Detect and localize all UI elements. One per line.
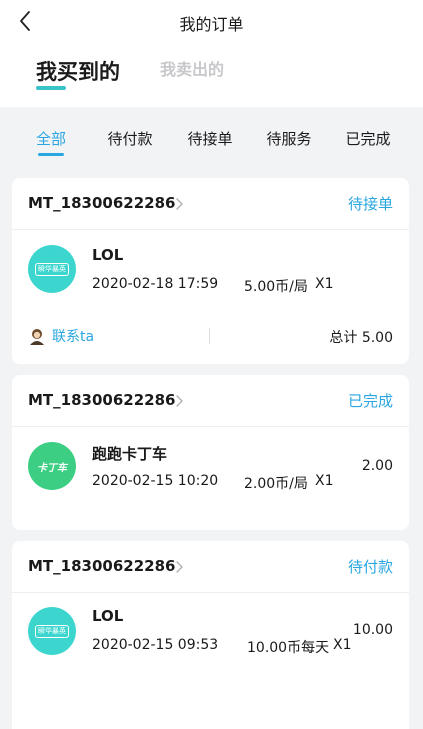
game-name: 跑跑卡丁车 xyxy=(92,445,168,463)
tab-pending-accept[interactable]: 待接单 xyxy=(187,128,232,149)
order-header: MT_18300622286 待付款 xyxy=(12,541,409,593)
game-badge-icon: 瞬华暴英 xyxy=(28,607,76,655)
segment-sold-label: 我卖出的 xyxy=(160,60,225,79)
user-avatar-icon xyxy=(30,329,44,345)
order-number[interactable]: MT_18300622286 xyxy=(28,391,175,409)
order-card[interactable]: MT_18300622286 待付款 瞬华暴英 LOL 2020-02-15 0… xyxy=(12,541,409,729)
order-date: 2020-02-18 17:59 xyxy=(92,276,219,292)
tab-pending-service-label: 待服务 xyxy=(266,130,312,148)
tab-active-indicator xyxy=(37,153,64,156)
order-quantity: X1 xyxy=(333,637,352,653)
tab-all-label: 全部 xyxy=(35,130,67,148)
order-total: 总计 5.00 xyxy=(329,327,393,347)
game-badge-text: 瞬华暴英 xyxy=(35,262,69,276)
order-quantity: X1 xyxy=(315,276,334,292)
order-date: 2020-02-15 09:53 xyxy=(92,637,219,653)
chevron-right-icon xyxy=(176,561,183,573)
order-status: 待接单 xyxy=(347,195,393,213)
order-price: 2.00币/局 xyxy=(244,476,308,492)
contact-label: 联系ta xyxy=(52,329,95,345)
total-value: 5.00 xyxy=(361,330,393,346)
tab-pending-payment[interactable]: 待付款 xyxy=(107,128,152,149)
order-status: 待付款 xyxy=(347,558,393,576)
order-card[interactable]: MT_18300622286 已完成 卡丁车 跑跑卡丁车 2020-02-15 … xyxy=(12,375,409,530)
order-price: 10.00币每天 xyxy=(247,640,330,656)
tab-pending-payment-label: 待付款 xyxy=(107,130,153,148)
game-badge-text: 瞬华暴英 xyxy=(35,624,69,638)
tab-all[interactable]: 全部 xyxy=(35,128,67,156)
order-price: 5.00币/局 xyxy=(244,279,308,295)
segment-active-indicator xyxy=(36,86,66,90)
tab-completed-label: 已完成 xyxy=(345,130,391,148)
segment-bought[interactable]: 我买到的 xyxy=(36,56,120,86)
order-number[interactable]: MT_18300622286 xyxy=(28,194,175,212)
page-title: 我的订单 xyxy=(179,15,244,34)
segment-bought-label: 我买到的 xyxy=(36,60,120,84)
game-badge-icon: 瞬华暴英 xyxy=(28,245,76,293)
order-status: 已完成 xyxy=(347,392,393,410)
tab-pending-accept-label: 待接单 xyxy=(187,130,233,148)
kart-game-text: 卡丁车 xyxy=(37,462,67,474)
order-quantity: X1 xyxy=(315,473,334,489)
nav-bar: 我的订单 xyxy=(0,0,423,44)
footer-divider xyxy=(209,328,210,344)
order-number[interactable]: MT_18300622286 xyxy=(28,557,175,575)
segment-sold[interactable]: 我卖出的 xyxy=(160,56,224,84)
game-name: LOL xyxy=(92,246,124,264)
buy-sell-segment: 我买到的 我卖出的 xyxy=(36,56,264,86)
tab-pending-service[interactable]: 待服务 xyxy=(266,128,311,149)
tab-completed[interactable]: 已完成 xyxy=(345,128,390,149)
order-footer: 联系ta 总计 5.00 xyxy=(12,314,409,358)
order-date: 2020-02-15 10:20 xyxy=(92,473,219,489)
chevron-right-icon xyxy=(176,395,183,407)
total-label: 总计 xyxy=(329,330,358,346)
contact-button[interactable]: 联系ta xyxy=(28,326,94,346)
order-card[interactable]: MT_18300622286 待接单 瞬华暴英 LOL 2020-02-18 1… xyxy=(12,178,409,364)
order-header: MT_18300622286 待接单 xyxy=(12,178,409,230)
header-area: 我的订单 我买到的 我卖出的 xyxy=(0,0,423,107)
order-amount: 2.00 xyxy=(361,458,393,474)
chevron-right-icon xyxy=(176,198,183,210)
order-header: MT_18300622286 已完成 xyxy=(12,375,409,427)
order-amount: 10.00 xyxy=(352,622,393,638)
order-status-tabs: 全部 待付款 待接单 待服务 已完成 xyxy=(0,128,423,158)
game-name: LOL xyxy=(92,607,124,625)
kart-game-icon: 卡丁车 xyxy=(28,442,76,490)
